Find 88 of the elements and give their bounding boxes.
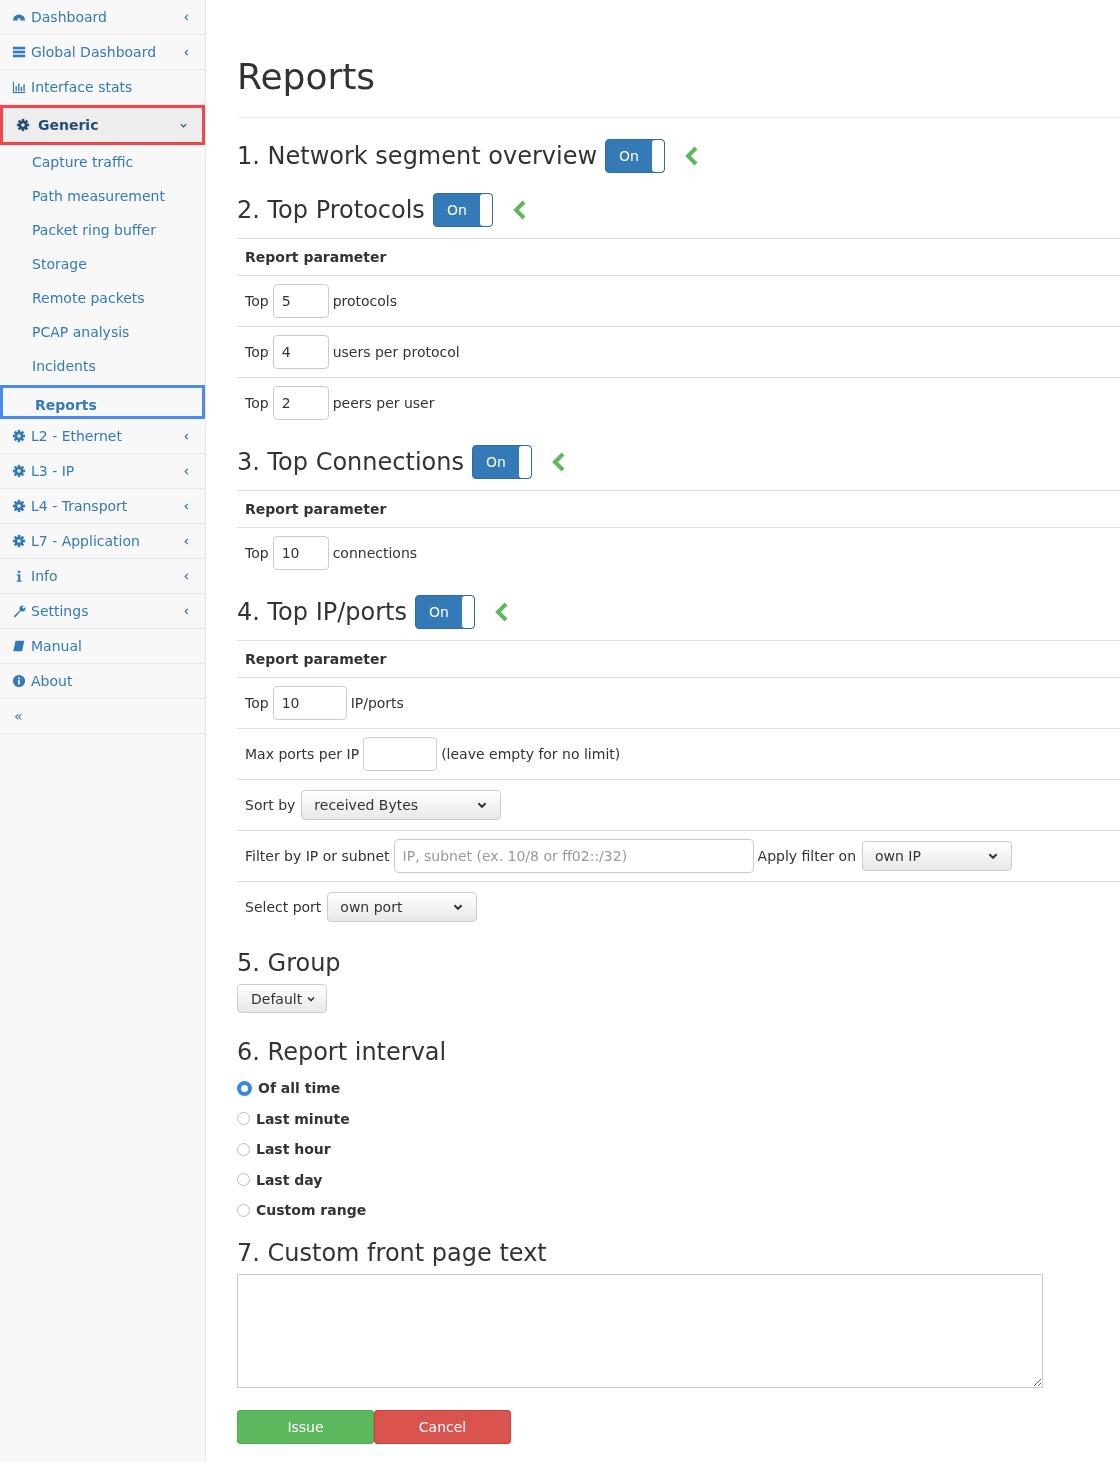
- toggle-switch[interactable]: On: [471, 445, 532, 479]
- sidebar-item[interactable]: Info: [0, 559, 205, 594]
- radio-button[interactable]: [237, 1080, 252, 1096]
- field-suffix: users per protocol: [332, 344, 460, 360]
- toggle-switch[interactable]: On: [432, 193, 493, 227]
- sidebar-subitem[interactable]: Path measurement: [0, 179, 205, 213]
- section-heading: 5. Group: [237, 948, 342, 978]
- sidebar-item[interactable]: About: [0, 664, 205, 699]
- section-heading: 4. Top IP/ports: [237, 597, 407, 627]
- sidebar-item[interactable]: Global Dashboard: [0, 35, 205, 70]
- sidebar-item[interactable]: L7 - Application: [0, 524, 205, 559]
- radio-label: Last day: [256, 1171, 323, 1188]
- field-label: Top: [245, 344, 269, 360]
- server-icon: [12, 45, 26, 59]
- number-field[interactable]: 5: [272, 284, 329, 318]
- field-label: Top: [245, 545, 269, 561]
- radio-button[interactable]: [237, 1112, 250, 1126]
- radio-label: Last hour: [256, 1141, 331, 1158]
- action-button[interactable]: Issue: [237, 1409, 374, 1444]
- table-header: Report parameter: [245, 501, 387, 517]
- sidebar-subitem[interactable]: Packet ring buffer: [0, 213, 205, 247]
- field-suffix: connections: [332, 545, 418, 561]
- sidebar-subitem[interactable]: Incidents: [0, 349, 205, 383]
- field-label: Sort by: [245, 797, 296, 813]
- field-suffix: IP/ports: [350, 695, 404, 711]
- gear-icon: [12, 429, 26, 443]
- field-suffix: peers per user: [332, 395, 435, 411]
- table-header: Report parameter: [245, 651, 387, 667]
- section-heading: 2. Top Protocols: [237, 195, 425, 225]
- sidebar-subitem[interactable]: Storage: [0, 247, 205, 281]
- action-button[interactable]: Cancel: [374, 1409, 511, 1444]
- chart-icon: [12, 80, 26, 94]
- number-field[interactable]: 10: [272, 686, 347, 720]
- gear-icon: [16, 118, 30, 132]
- sidebar-item[interactable]: L4 - Transport: [0, 489, 205, 524]
- field-label: Top: [245, 293, 269, 309]
- collapse-sidebar-button[interactable]: «: [12, 708, 25, 724]
- sidebar-item[interactable]: Dashboard: [0, 0, 205, 35]
- chevron-left-icon[interactable]: [685, 146, 700, 166]
- sidebar-subitem[interactable]: Reports: [0, 385, 205, 419]
- sidebar-subitem[interactable]: Remote packets: [0, 281, 205, 315]
- filter-field[interactable]: IP, subnet (ex. 10/8 or ff02::/32): [393, 839, 754, 873]
- dropdown[interactable]: own port: [327, 892, 478, 922]
- sidebar-item[interactable]: Manual: [0, 629, 205, 664]
- section-heading: 1. Network segment overview: [237, 141, 598, 171]
- page-title: Reports: [237, 55, 377, 99]
- radio-label: Custom range: [256, 1202, 367, 1219]
- info-circle-icon: [12, 674, 26, 688]
- radio-label: Last minute: [256, 1110, 350, 1127]
- sidebar-item[interactable]: Generic: [0, 105, 205, 145]
- number-field[interactable]: 10: [272, 536, 329, 570]
- sidebar-subitem[interactable]: PCAP analysis: [0, 315, 205, 349]
- dropdown[interactable]: received Bytes: [301, 790, 502, 820]
- number-field[interactable]: 2: [272, 386, 329, 420]
- field-label: Top: [245, 695, 269, 711]
- field-label: Apply filter on: [757, 848, 856, 864]
- radio-button[interactable]: [237, 1173, 250, 1187]
- chevron-left-icon[interactable]: [551, 452, 566, 472]
- field-suffix: (leave empty for no limit): [441, 746, 621, 762]
- field-label: Max ports per IP: [245, 746, 360, 762]
- number-field[interactable]: 4: [272, 335, 329, 369]
- section-heading: 3. Top Connections: [237, 447, 464, 477]
- gear-icon: [12, 464, 26, 478]
- field-suffix: protocols: [332, 293, 398, 309]
- table-header: Report parameter: [245, 249, 387, 265]
- group-dropdown[interactable]: Default: [237, 984, 328, 1013]
- gear-icon: [12, 499, 26, 513]
- section-heading: 7. Custom front page text: [237, 1237, 548, 1268]
- sidebar-item[interactable]: L2 - Ethernet: [0, 419, 205, 454]
- radio-button[interactable]: [237, 1142, 250, 1156]
- field-label: Filter by IP or subnet: [245, 848, 390, 864]
- field-label: Top: [245, 395, 269, 411]
- section-heading: 6. Report interval: [237, 1037, 448, 1067]
- number-field[interactable]: [363, 737, 438, 771]
- text-area[interactable]: [237, 1273, 1043, 1388]
- sidebar-item[interactable]: Settings: [0, 594, 205, 629]
- sidebar-subitem[interactable]: Capture traffic: [0, 145, 205, 179]
- chevron-left-icon[interactable]: [495, 602, 509, 622]
- radio-button[interactable]: [237, 1203, 250, 1217]
- chevron-left-icon[interactable]: [512, 200, 527, 220]
- field-label: Select port: [245, 899, 322, 915]
- gear-icon: [12, 534, 26, 548]
- toggle-switch[interactable]: On: [605, 139, 666, 173]
- radio-label: Of all time: [258, 1080, 341, 1097]
- wrench-icon: [12, 604, 26, 618]
- toggle-switch[interactable]: On: [415, 595, 475, 629]
- dropdown[interactable]: own IP: [862, 841, 1012, 871]
- sidebar-item[interactable]: L3 - IP: [0, 454, 205, 489]
